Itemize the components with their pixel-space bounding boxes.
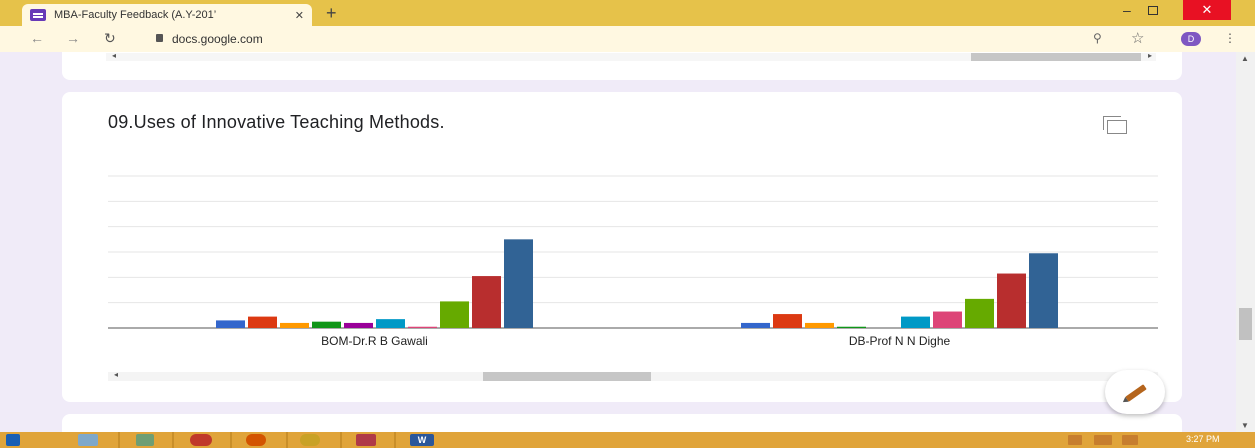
bar[interactable] xyxy=(901,316,930,328)
scrollbar-thumb[interactable] xyxy=(1239,308,1252,340)
scroll-down-icon[interactable]: ▼ xyxy=(1241,421,1249,430)
bar[interactable] xyxy=(408,326,437,328)
browser-tab[interactable]: MBA-Faculty Feedback (A.Y-201’ ✕ xyxy=(22,4,312,26)
minimize-button[interactable]: – xyxy=(1123,2,1131,18)
tab-title: MBA-Faculty Feedback (A.Y-201’ xyxy=(54,9,217,21)
profile-avatar[interactable]: D xyxy=(1181,32,1201,46)
bar[interactable] xyxy=(933,311,962,328)
bar[interactable] xyxy=(504,239,533,328)
google-forms-icon xyxy=(30,9,46,21)
bar[interactable] xyxy=(997,273,1026,328)
lock-icon xyxy=(156,34,163,42)
bar[interactable] xyxy=(741,322,770,328)
bar[interactable] xyxy=(216,320,245,328)
maximize-button[interactable] xyxy=(1148,6,1158,15)
word-icon[interactable]: W xyxy=(410,434,434,446)
edit-button[interactable] xyxy=(1105,370,1165,414)
network-icon[interactable] xyxy=(1068,435,1082,445)
browser-tab-bar: MBA-Faculty Feedback (A.Y-201’ ✕ + – ✕ xyxy=(0,0,1255,26)
ie-icon[interactable] xyxy=(78,434,98,446)
scrollbar-thumb[interactable] xyxy=(971,53,1141,61)
more-menu-icon[interactable]: ⋮ xyxy=(1224,31,1236,45)
firefox-icon[interactable] xyxy=(246,434,266,446)
chrome-icon[interactable] xyxy=(300,434,320,446)
back-icon[interactable]: ← xyxy=(30,30,44,46)
scroll-left-icon[interactable]: ◂ xyxy=(114,370,118,379)
battery-icon[interactable] xyxy=(1094,435,1112,445)
scroll-left-icon[interactable]: ◂ xyxy=(112,51,116,60)
scrollbar-thumb[interactable] xyxy=(483,372,651,381)
new-tab-button[interactable]: + xyxy=(326,3,337,24)
bar[interactable] xyxy=(312,321,341,328)
bar[interactable] xyxy=(344,322,373,328)
bar[interactable] xyxy=(805,322,834,328)
bar[interactable] xyxy=(1029,253,1058,328)
pencil-icon xyxy=(1125,384,1147,402)
scroll-up-icon[interactable]: ▲ xyxy=(1241,54,1249,63)
bookmark-star-icon[interactable]: ☆ xyxy=(1131,29,1144,47)
close-window-button[interactable]: ✕ xyxy=(1183,0,1231,20)
chart-horizontal-scrollbar[interactable]: ◂ xyxy=(108,370,1158,381)
reload-icon[interactable]: ↻ xyxy=(104,30,116,47)
bar[interactable] xyxy=(248,316,277,328)
start-icon[interactable] xyxy=(6,434,20,446)
bar[interactable] xyxy=(773,314,802,328)
opera-icon[interactable] xyxy=(190,434,212,446)
horizontal-scrollbar[interactable]: ◂ ▸ xyxy=(106,51,1156,61)
address-bar: ← → ↻ docs.google.com ⚲ ☆ D ⋮ xyxy=(0,26,1255,52)
category-label: DB-Prof N N Dighe xyxy=(849,334,951,348)
bar[interactable] xyxy=(472,276,501,328)
question-card: 09.Uses of Innovative Teaching Methods. … xyxy=(62,92,1182,402)
page-vertical-scrollbar[interactable]: ▲ ▼ xyxy=(1236,52,1255,432)
taskbar: W 3:27 PM xyxy=(0,432,1255,448)
file-explorer-icon[interactable] xyxy=(136,434,154,446)
url-field[interactable]: docs.google.com xyxy=(172,32,263,46)
previous-question-card: ◂ ▸ xyxy=(62,51,1182,80)
volume-icon[interactable] xyxy=(1122,435,1138,445)
bar[interactable] xyxy=(376,319,405,328)
forward-icon[interactable]: → xyxy=(66,30,80,46)
clock: 3:27 PM xyxy=(1186,434,1220,444)
category-label: BOM-Dr.R B Gawali xyxy=(321,334,428,348)
zoom-icon[interactable]: ⚲ xyxy=(1093,31,1102,45)
bar[interactable] xyxy=(440,301,469,328)
scroll-right-icon[interactable]: ▸ xyxy=(1148,51,1152,60)
bar-chart: BOM-Dr.R B Gawali DB-Prof N N Dighe xyxy=(108,175,1158,348)
bar[interactable] xyxy=(280,322,309,328)
bar[interactable] xyxy=(965,298,994,328)
bar[interactable] xyxy=(837,326,866,328)
media-player-icon[interactable] xyxy=(356,434,376,446)
tab-close-icon[interactable]: ✕ xyxy=(295,9,304,22)
next-question-card xyxy=(62,414,1182,432)
